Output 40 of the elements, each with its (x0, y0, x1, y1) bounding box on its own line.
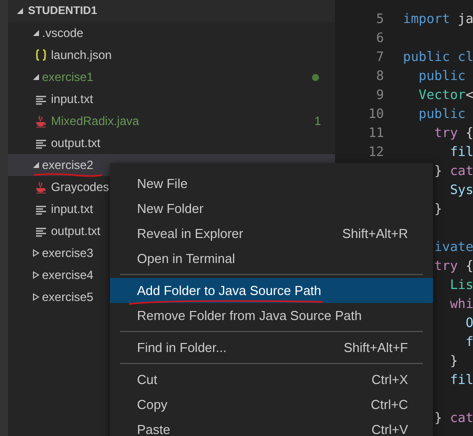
line-number: 10 (367, 107, 385, 122)
code-line: } (448, 354, 458, 369)
code-line: fil (448, 145, 473, 160)
file-name: MixedRadix.java (51, 114, 140, 128)
code-line: ivate (433, 240, 473, 255)
folder-name: .vscode (42, 26, 84, 40)
line-number: 7 (375, 50, 385, 65)
file-name: output.txt (51, 136, 100, 150)
folder-title: STUDENTID1 (28, 5, 98, 17)
code-line: } (433, 202, 442, 217)
line-number: 9 (375, 88, 385, 103)
folder-name: exercise3 (42, 246, 94, 260)
code-line: Vector< (418, 88, 473, 103)
folder-name: exercise1 (42, 70, 94, 84)
file-name: Graycodes (51, 180, 110, 194)
file-name: launch.json (51, 48, 112, 62)
code-line: O (464, 316, 473, 331)
file-name: input.txt (51, 92, 94, 106)
code-line: Sys (448, 183, 473, 198)
code-line: public (418, 69, 466, 84)
folder-name: exercise4 (42, 268, 94, 282)
line-number: 8 (375, 69, 385, 84)
line-number: 11 (367, 126, 385, 141)
code-line: Lis (448, 278, 473, 293)
file-name: output.txt (51, 224, 100, 238)
line-number: 12 (367, 145, 385, 160)
code-line: try { (433, 126, 473, 141)
line-number: 5 (375, 12, 385, 27)
file-name: input.txt (51, 202, 94, 216)
line-number: 6 (375, 31, 385, 46)
code-line: whi (448, 297, 473, 312)
code-line: public cl (403, 50, 473, 65)
folder-name: exercise2 (42, 158, 94, 172)
problem-count: 1 (314, 114, 321, 128)
code-line: } cat (433, 411, 473, 426)
code-line: import ja (403, 12, 473, 27)
code-line: try { (433, 259, 473, 274)
folder-name: exercise5 (42, 290, 94, 304)
code-line: } cat (433, 164, 473, 179)
code-line: public (418, 107, 466, 122)
